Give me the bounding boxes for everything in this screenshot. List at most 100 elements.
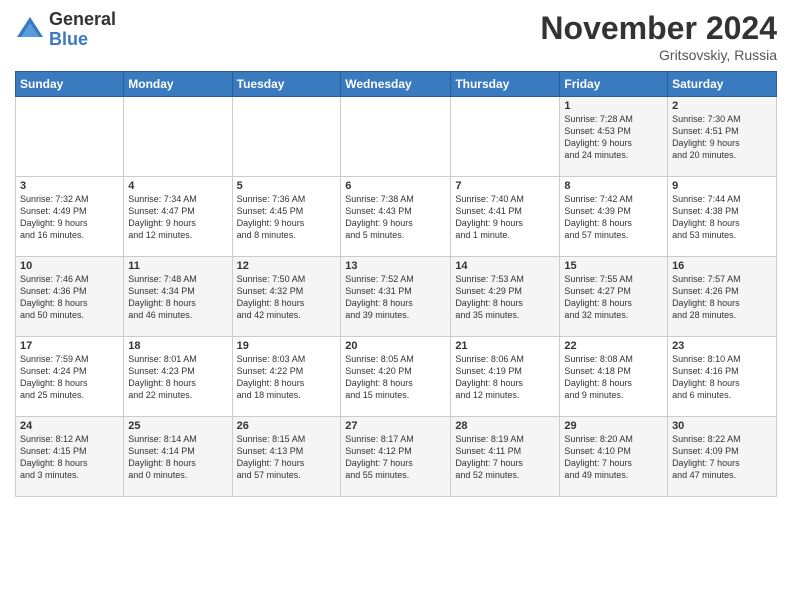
calendar-cell: 3Sunrise: 7:32 AM Sunset: 4:49 PM Daylig… (16, 177, 124, 257)
day-info: Sunrise: 8:12 AM Sunset: 4:15 PM Dayligh… (20, 433, 119, 482)
day-number: 5 (237, 180, 337, 192)
calendar-cell: 25Sunrise: 8:14 AM Sunset: 4:14 PM Dayli… (124, 417, 232, 497)
calendar-cell (124, 97, 232, 177)
calendar-cell: 10Sunrise: 7:46 AM Sunset: 4:36 PM Dayli… (16, 257, 124, 337)
calendar-cell: 28Sunrise: 8:19 AM Sunset: 4:11 PM Dayli… (451, 417, 560, 497)
day-number: 2 (672, 100, 772, 112)
calendar-cell: 26Sunrise: 8:15 AM Sunset: 4:13 PM Dayli… (232, 417, 341, 497)
col-wednesday: Wednesday (341, 72, 451, 97)
title-block: November 2024 Gritsovskiy, Russia (540, 10, 777, 63)
day-info: Sunrise: 7:42 AM Sunset: 4:39 PM Dayligh… (564, 193, 663, 242)
day-number: 26 (237, 420, 337, 432)
calendar-cell: 1Sunrise: 7:28 AM Sunset: 4:53 PM Daylig… (560, 97, 668, 177)
calendar-cell (232, 97, 341, 177)
day-info: Sunrise: 7:59 AM Sunset: 4:24 PM Dayligh… (20, 353, 119, 402)
page: General Blue November 2024 Gritsovskiy, … (0, 0, 792, 612)
calendar-cell: 16Sunrise: 7:57 AM Sunset: 4:26 PM Dayli… (668, 257, 777, 337)
day-info: Sunrise: 7:53 AM Sunset: 4:29 PM Dayligh… (455, 273, 555, 322)
day-number: 24 (20, 420, 119, 432)
col-monday: Monday (124, 72, 232, 97)
day-info: Sunrise: 7:28 AM Sunset: 4:53 PM Dayligh… (564, 113, 663, 162)
day-info: Sunrise: 7:57 AM Sunset: 4:26 PM Dayligh… (672, 273, 772, 322)
calendar-body: 1Sunrise: 7:28 AM Sunset: 4:53 PM Daylig… (16, 97, 777, 497)
day-info: Sunrise: 8:05 AM Sunset: 4:20 PM Dayligh… (345, 353, 446, 402)
day-info: Sunrise: 8:06 AM Sunset: 4:19 PM Dayligh… (455, 353, 555, 402)
calendar-cell (16, 97, 124, 177)
day-info: Sunrise: 7:40 AM Sunset: 4:41 PM Dayligh… (455, 193, 555, 242)
col-sunday: Sunday (16, 72, 124, 97)
calendar: Sunday Monday Tuesday Wednesday Thursday… (15, 71, 777, 497)
day-number: 13 (345, 260, 446, 272)
day-info: Sunrise: 7:36 AM Sunset: 4:45 PM Dayligh… (237, 193, 337, 242)
calendar-cell: 30Sunrise: 8:22 AM Sunset: 4:09 PM Dayli… (668, 417, 777, 497)
day-number: 15 (564, 260, 663, 272)
calendar-cell: 19Sunrise: 8:03 AM Sunset: 4:22 PM Dayli… (232, 337, 341, 417)
day-number: 7 (455, 180, 555, 192)
day-number: 4 (128, 180, 227, 192)
calendar-cell: 23Sunrise: 8:10 AM Sunset: 4:16 PM Dayli… (668, 337, 777, 417)
day-number: 17 (20, 340, 119, 352)
day-info: Sunrise: 8:22 AM Sunset: 4:09 PM Dayligh… (672, 433, 772, 482)
location-subtitle: Gritsovskiy, Russia (540, 47, 777, 63)
day-number: 21 (455, 340, 555, 352)
day-info: Sunrise: 7:30 AM Sunset: 4:51 PM Dayligh… (672, 113, 772, 162)
day-info: Sunrise: 7:50 AM Sunset: 4:32 PM Dayligh… (237, 273, 337, 322)
day-number: 6 (345, 180, 446, 192)
day-number: 11 (128, 260, 227, 272)
day-number: 25 (128, 420, 227, 432)
logo-text: General Blue (49, 10, 116, 50)
day-info: Sunrise: 7:55 AM Sunset: 4:27 PM Dayligh… (564, 273, 663, 322)
calendar-cell: 18Sunrise: 8:01 AM Sunset: 4:23 PM Dayli… (124, 337, 232, 417)
calendar-cell: 7Sunrise: 7:40 AM Sunset: 4:41 PM Daylig… (451, 177, 560, 257)
day-info: Sunrise: 7:38 AM Sunset: 4:43 PM Dayligh… (345, 193, 446, 242)
calendar-cell (451, 97, 560, 177)
day-number: 16 (672, 260, 772, 272)
logo-general: General (49, 10, 116, 30)
calendar-cell: 13Sunrise: 7:52 AM Sunset: 4:31 PM Dayli… (341, 257, 451, 337)
day-number: 30 (672, 420, 772, 432)
day-info: Sunrise: 8:01 AM Sunset: 4:23 PM Dayligh… (128, 353, 227, 402)
col-thursday: Thursday (451, 72, 560, 97)
day-number: 28 (455, 420, 555, 432)
day-info: Sunrise: 8:10 AM Sunset: 4:16 PM Dayligh… (672, 353, 772, 402)
day-info: Sunrise: 7:44 AM Sunset: 4:38 PM Dayligh… (672, 193, 772, 242)
day-number: 22 (564, 340, 663, 352)
header-row: Sunday Monday Tuesday Wednesday Thursday… (16, 72, 777, 97)
month-title: November 2024 (540, 10, 777, 47)
day-info: Sunrise: 7:32 AM Sunset: 4:49 PM Dayligh… (20, 193, 119, 242)
calendar-cell: 4Sunrise: 7:34 AM Sunset: 4:47 PM Daylig… (124, 177, 232, 257)
day-info: Sunrise: 8:15 AM Sunset: 4:13 PM Dayligh… (237, 433, 337, 482)
calendar-cell: 20Sunrise: 8:05 AM Sunset: 4:20 PM Dayli… (341, 337, 451, 417)
day-number: 9 (672, 180, 772, 192)
calendar-cell: 11Sunrise: 7:48 AM Sunset: 4:34 PM Dayli… (124, 257, 232, 337)
day-number: 29 (564, 420, 663, 432)
calendar-cell: 24Sunrise: 8:12 AM Sunset: 4:15 PM Dayli… (16, 417, 124, 497)
calendar-cell: 15Sunrise: 7:55 AM Sunset: 4:27 PM Dayli… (560, 257, 668, 337)
day-info: Sunrise: 8:14 AM Sunset: 4:14 PM Dayligh… (128, 433, 227, 482)
week-row-1: 1Sunrise: 7:28 AM Sunset: 4:53 PM Daylig… (16, 97, 777, 177)
day-info: Sunrise: 8:20 AM Sunset: 4:10 PM Dayligh… (564, 433, 663, 482)
calendar-cell: 29Sunrise: 8:20 AM Sunset: 4:10 PM Dayli… (560, 417, 668, 497)
week-row-3: 10Sunrise: 7:46 AM Sunset: 4:36 PM Dayli… (16, 257, 777, 337)
day-number: 10 (20, 260, 119, 272)
day-info: Sunrise: 7:34 AM Sunset: 4:47 PM Dayligh… (128, 193, 227, 242)
col-friday: Friday (560, 72, 668, 97)
logo-icon (15, 15, 45, 45)
day-number: 12 (237, 260, 337, 272)
calendar-cell: 9Sunrise: 7:44 AM Sunset: 4:38 PM Daylig… (668, 177, 777, 257)
col-saturday: Saturday (668, 72, 777, 97)
day-number: 3 (20, 180, 119, 192)
week-row-2: 3Sunrise: 7:32 AM Sunset: 4:49 PM Daylig… (16, 177, 777, 257)
day-number: 18 (128, 340, 227, 352)
day-number: 23 (672, 340, 772, 352)
day-number: 8 (564, 180, 663, 192)
logo-blue: Blue (49, 30, 116, 50)
calendar-cell (341, 97, 451, 177)
calendar-cell: 27Sunrise: 8:17 AM Sunset: 4:12 PM Dayli… (341, 417, 451, 497)
day-number: 27 (345, 420, 446, 432)
calendar-cell: 8Sunrise: 7:42 AM Sunset: 4:39 PM Daylig… (560, 177, 668, 257)
day-number: 20 (345, 340, 446, 352)
calendar-cell: 2Sunrise: 7:30 AM Sunset: 4:51 PM Daylig… (668, 97, 777, 177)
calendar-cell: 21Sunrise: 8:06 AM Sunset: 4:19 PM Dayli… (451, 337, 560, 417)
day-info: Sunrise: 7:48 AM Sunset: 4:34 PM Dayligh… (128, 273, 227, 322)
